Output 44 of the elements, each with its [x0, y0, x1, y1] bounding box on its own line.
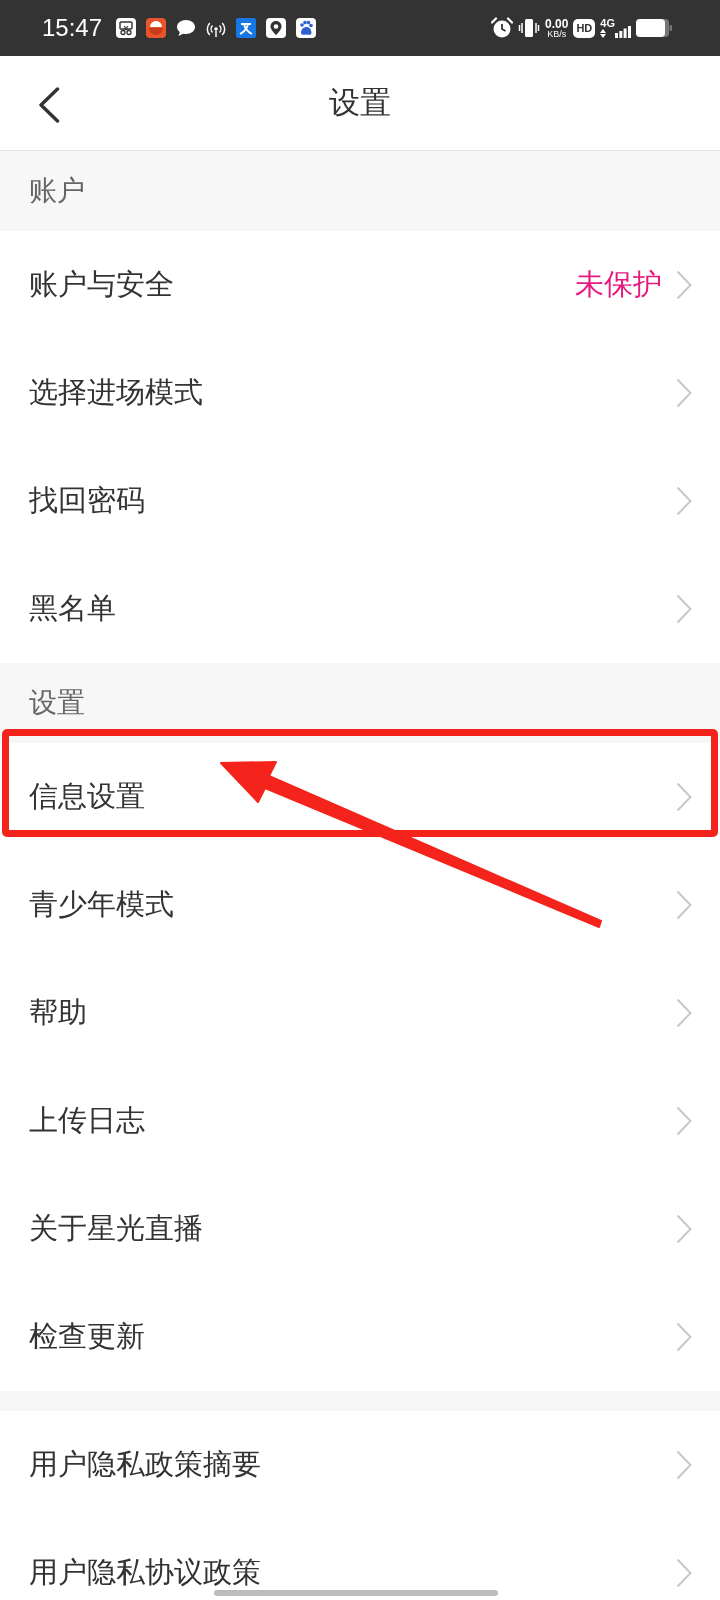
status-time: 15:47 [42, 16, 103, 40]
chevron-right-icon [676, 270, 692, 300]
section-header: 设置 [0, 663, 720, 743]
app-tile-icon [236, 18, 257, 38]
map-pin-app-icon [266, 18, 287, 38]
settings-row[interactable]: 关于星光直播 [0, 1175, 720, 1283]
battery-icon [636, 19, 672, 37]
bowl-app-icon [146, 18, 167, 38]
page-title: 设置 [329, 84, 391, 122]
chevron-right-icon [676, 998, 692, 1028]
chevron-right-icon [676, 594, 692, 624]
section-header: 账户 [0, 151, 720, 231]
settings-row[interactable]: 信息设置 [0, 743, 720, 851]
alarm-clock-icon [491, 17, 514, 39]
scissors-app-icon [116, 18, 137, 38]
settings-row[interactable]: 选择进场模式 [0, 339, 720, 447]
network-type: 4G [600, 18, 615, 29]
settings-row[interactable]: 用户隐私政策摘要 [0, 1411, 720, 1519]
chevron-right-icon [676, 1450, 692, 1480]
settings-row[interactable]: 找回密码 [0, 447, 720, 555]
back-button[interactable] [38, 87, 60, 123]
paw-app-icon [296, 18, 317, 38]
settings-row[interactable]: 账户与安全 未保护 [0, 231, 720, 339]
settings-row[interactable]: 青少年模式 [0, 851, 720, 959]
chevron-right-icon [676, 486, 692, 516]
chat-bubble-icon [176, 18, 197, 38]
settings-row[interactable]: 用户隐私协议政策 [0, 1519, 720, 1600]
signal-bars-icon [615, 26, 631, 38]
protection-status: 未保护 [575, 266, 662, 304]
settings-row[interactable]: 上传日志 [0, 1067, 720, 1175]
chevron-right-icon [676, 1558, 692, 1588]
chevron-right-icon [676, 378, 692, 408]
vibrate-icon [518, 17, 541, 39]
settings-row[interactable]: 帮助 [0, 959, 720, 1067]
chevron-right-icon [676, 1106, 692, 1136]
chevron-right-icon [676, 782, 692, 812]
settings-row[interactable]: 检查更新 [0, 1283, 720, 1391]
hd-indicator: HD [573, 18, 596, 38]
settings-row[interactable]: 黑名单 [0, 555, 720, 663]
chevron-right-icon [676, 1322, 692, 1352]
chevron-right-icon [676, 1214, 692, 1244]
chevron-right-icon [676, 890, 692, 920]
speed-unit: KB/s [546, 29, 568, 39]
network-speed: 0.00 [545, 17, 569, 30]
